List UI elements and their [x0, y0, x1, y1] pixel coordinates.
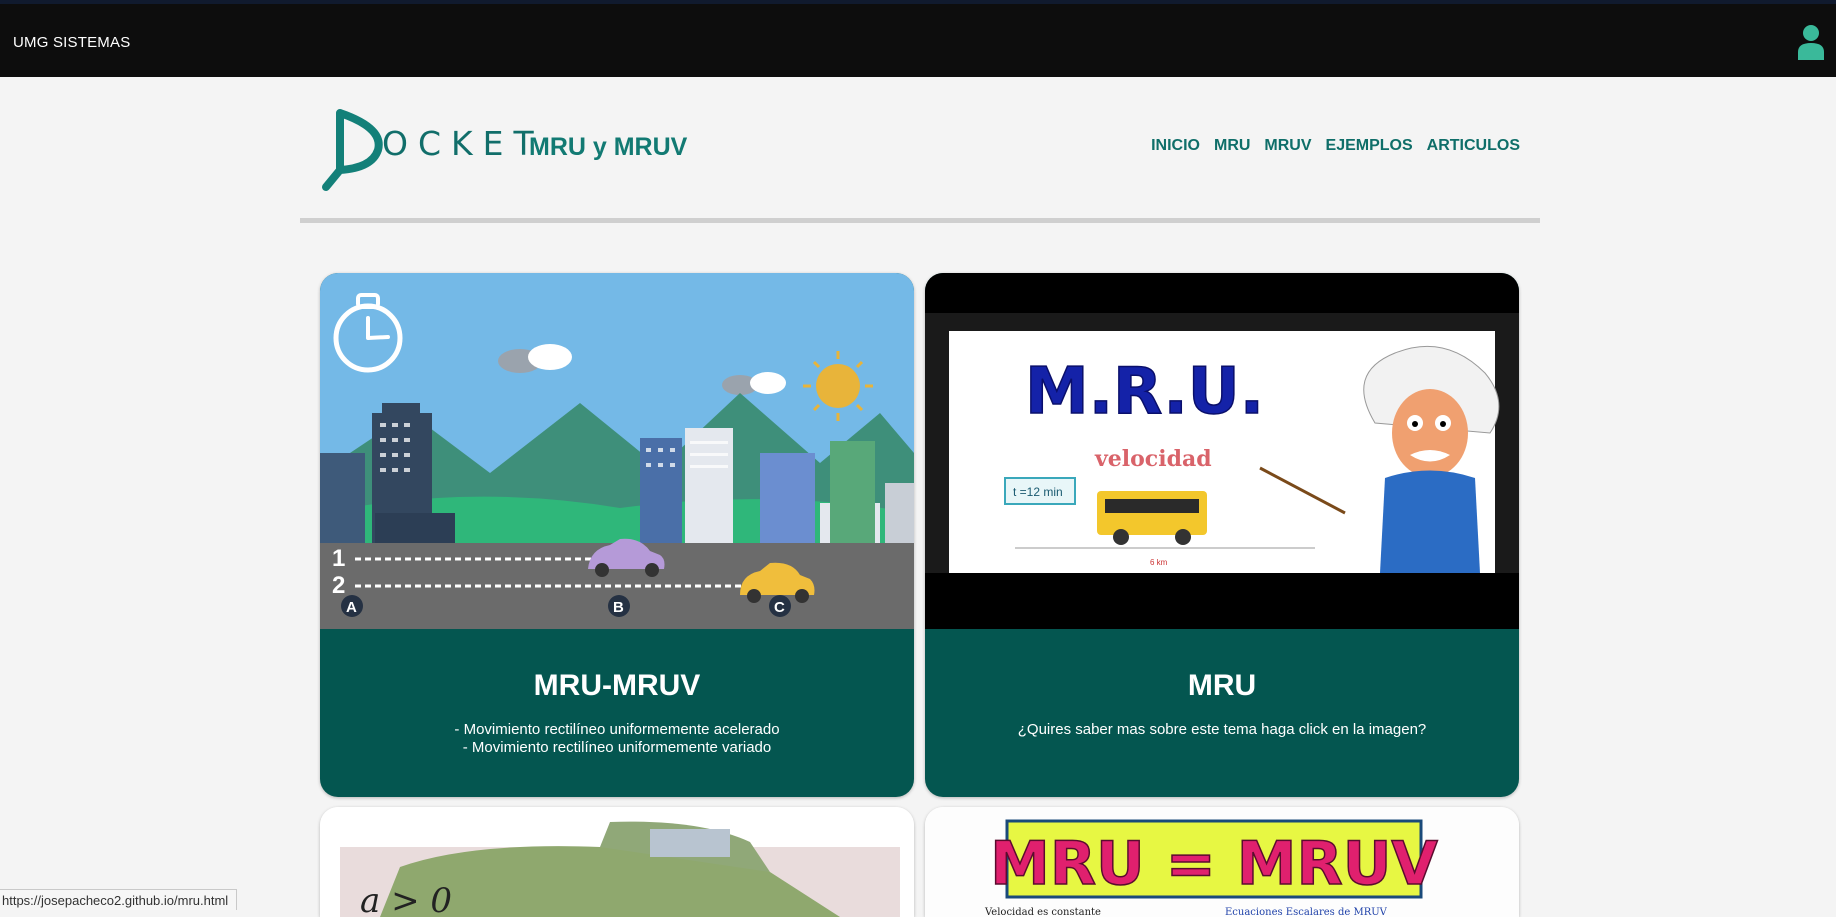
nav-ejemplos[interactable]: EJEMPLOS	[1326, 137, 1413, 155]
site-title: MRU y MRUV	[529, 133, 687, 162]
top-navbar: UMG SISTEMAS	[0, 0, 1836, 77]
line-2-label: 2	[332, 572, 345, 599]
velocidad-label: velocidad	[1094, 446, 1212, 472]
card-body: MRU-MRUV - Movimiento rectilíneo uniform…	[320, 629, 914, 797]
card-mruv-car[interactable]: a > 0	[320, 807, 914, 917]
constant-velocity-note: Velocidad es constante	[984, 907, 1101, 917]
time-label: t =12 min	[1013, 485, 1063, 499]
card-mru: M.R.U. velocidad t =12 min 6 km MRU ¿Qui…	[925, 273, 1519, 797]
point-b-label: B	[613, 599, 624, 616]
docket-logo[interactable]: OCKET	[320, 108, 520, 192]
card-mru-mruv: 1 2 A B C MRU-MRUV - Movimiento rectilín…	[320, 273, 914, 797]
card-description: ¿Quires saber mas sobre este tema haga c…	[925, 721, 1519, 739]
scalar-equations-note: Ecuaciones Escalares de MRUV	[1225, 907, 1388, 917]
nav-inicio[interactable]: INICIO	[1151, 137, 1200, 155]
page-header: OCKET MRU y MRUV INICIO MRU MRUV EJEMPLO…	[300, 108, 1540, 223]
user-icon[interactable]	[1796, 24, 1826, 60]
line-1-label: 1	[332, 545, 345, 572]
nav-mruv[interactable]: MRUV	[1264, 137, 1311, 155]
mru-heading: M.R.U.	[1025, 355, 1264, 429]
main-nav: INICIO MRU MRUV EJEMPLOS ARTICULOS	[1151, 137, 1520, 155]
nav-articulos[interactable]: ARTICULOS	[1427, 137, 1520, 155]
card-image-mru[interactable]: M.R.U. velocidad t =12 min 6 km	[925, 273, 1519, 629]
card-title: MRU-MRUV	[320, 669, 914, 703]
card-body: MRU ¿Quires saber mas sobre este tema ha…	[925, 629, 1519, 797]
nav-mru[interactable]: MRU	[1214, 137, 1250, 155]
card-mru-mruv-compare[interactable]: MRU = MRUV Velocidad es constante Ecuaci…	[925, 807, 1519, 917]
distance-label: 6 km	[1150, 558, 1168, 567]
card-image-comparison: MRU = MRUV Velocidad es constante Ecuaci…	[925, 807, 1519, 917]
card-description-line-2: - Movimiento rectilíneo uniformemente va…	[320, 739, 914, 757]
card-image-city[interactable]: 1 2 A B C	[320, 273, 914, 629]
point-c-label: C	[774, 599, 785, 616]
card-description-line-1: - Movimiento rectilíneo uniformemente ac…	[320, 721, 914, 739]
logo-text: OCKET	[382, 124, 544, 163]
status-bar-url: https://josepacheco2.github.io/mru.html	[0, 889, 237, 910]
acceleration-label: a > 0	[360, 881, 452, 917]
comparison-heading: MRU = MRUV	[990, 829, 1438, 899]
point-a-label: A	[346, 599, 357, 616]
card-image-car: a > 0	[320, 807, 914, 917]
logo-d-icon	[320, 108, 390, 192]
card-title: MRU	[925, 669, 1519, 703]
brand-name[interactable]: UMG SISTEMAS	[13, 34, 130, 51]
